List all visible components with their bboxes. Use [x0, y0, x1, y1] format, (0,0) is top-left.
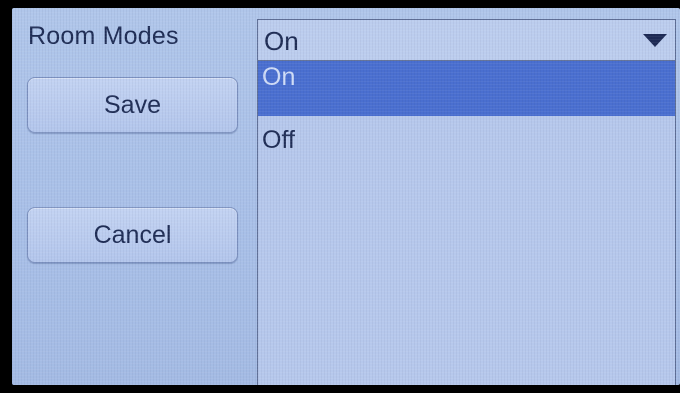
- chevron-down-icon[interactable]: [643, 34, 667, 47]
- dropdown-list: On Off: [257, 61, 676, 385]
- option-on[interactable]: On: [258, 61, 675, 116]
- selected-value: On: [264, 26, 299, 56]
- room-modes-select[interactable]: On: [257, 19, 676, 61]
- screen: Room Modes Save Cancel On On Off: [12, 8, 680, 385]
- option-off[interactable]: Off: [258, 118, 675, 173]
- save-button[interactable]: Save: [27, 77, 238, 133]
- cancel-button[interactable]: Cancel: [27, 207, 238, 263]
- page-title: Room Modes: [28, 22, 179, 50]
